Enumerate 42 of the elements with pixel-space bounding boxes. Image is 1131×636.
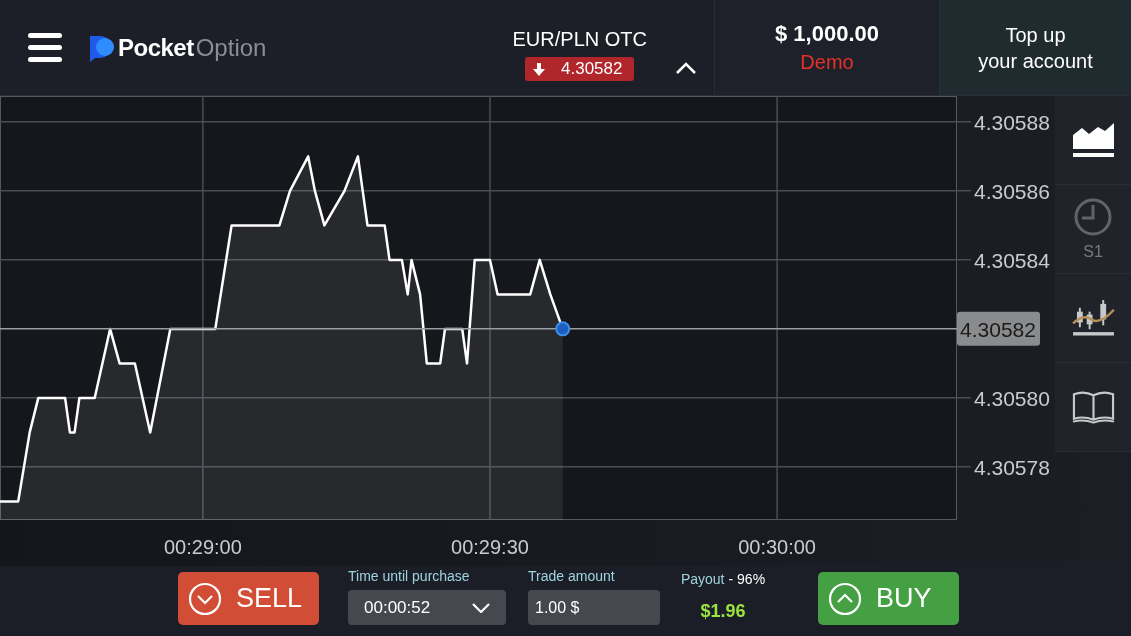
current-price-tag: 4.30582: [957, 311, 1040, 346]
price-axis-label: 4.30588: [974, 110, 1050, 134]
area-chart-icon: [1071, 122, 1115, 158]
payout-amount: $1.96: [700, 601, 746, 622]
chart-tool-button[interactable]: [1055, 96, 1131, 185]
open-book-icon: [1071, 389, 1115, 425]
price-axis-label: 4.30578: [974, 455, 1050, 479]
chart-tool-button[interactable]: [1055, 363, 1131, 452]
chart-tool-button[interactable]: [1055, 274, 1131, 363]
candlestick-chart-icon: [1071, 300, 1115, 336]
payout-percent: - 96%: [728, 571, 766, 587]
timeframe-label: S1: [1083, 243, 1103, 261]
current-price-marker: [555, 321, 571, 337]
time-dropdown[interactable]: 00:00:52: [348, 590, 506, 625]
field-label: Trade amount: [528, 568, 616, 584]
clock-icon: [1073, 197, 1113, 237]
down-arrow-icon: [533, 62, 546, 76]
chevron-up-icon[interactable]: [675, 62, 697, 75]
menu-icon[interactable]: [28, 33, 62, 62]
amount-input-field[interactable]: 1.00 $: [528, 590, 660, 625]
payout-label: Payout: [680, 571, 725, 587]
account-type-label[interactable]: Demo: [800, 51, 854, 74]
logo-mark-icon: [90, 33, 114, 62]
time-axis-label: 00:29:30: [451, 536, 529, 558]
chevron-down-circle-icon: [188, 581, 222, 616]
field-label: Time until purchase: [348, 568, 471, 584]
chevron-up-circle-icon: [828, 581, 862, 616]
brand-name: Pocket: [118, 33, 194, 62]
ref-line-label: 4.30582: [960, 317, 1036, 341]
price-axis-label: 4.30586: [974, 179, 1050, 203]
price-axis-label: 4.30580: [974, 386, 1050, 410]
top-up-button[interactable]: Top up your account: [940, 0, 1131, 95]
asset-pair-name[interactable]: EUR/PLN OTC: [512, 28, 647, 51]
chart-tool-button[interactable]: S1: [1055, 185, 1131, 274]
price-axis-label: 4.30584: [974, 248, 1050, 272]
chevron-down-icon: [472, 602, 490, 613]
balance-amount: $ 1,000.00: [775, 21, 879, 47]
time-axis-label: 00:30:00: [738, 536, 816, 558]
time-axis-label: 00:29:00: [163, 536, 242, 558]
price-badge: 4.30582: [525, 57, 635, 81]
sell-button[interactable]: SELL: [178, 572, 319, 625]
brand-name-suffix: Option: [195, 33, 267, 62]
